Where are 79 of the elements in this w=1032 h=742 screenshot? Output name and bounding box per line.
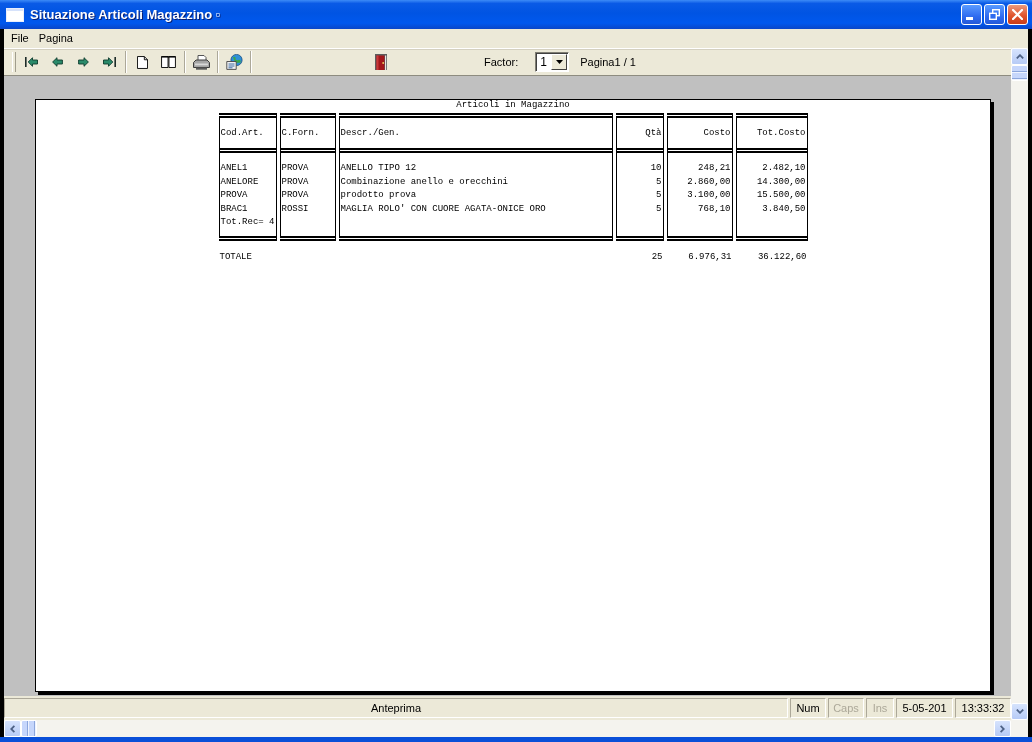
table-cell-text: prodotto prova (340, 189, 417, 202)
chevron-left-icon (10, 724, 15, 733)
status-time: 13:33:32 (955, 698, 1011, 718)
total-cell: 25 (651, 250, 663, 264)
table-cell: ROSSI (281, 202, 309, 216)
caret-icon (555, 60, 563, 64)
table-cell: MAGLIA ROLO' CON CUORE AGATA-ONICE ORO (340, 202, 546, 216)
table-cell-text: 3.100,00 (687, 189, 731, 202)
table-cell-text: 15.500,00 (756, 189, 806, 202)
column-header: Qtà (645, 128, 662, 138)
bar-left-arrow-icon (24, 57, 38, 67)
table-cell: 5 (656, 175, 662, 189)
scroll-down-button[interactable] (1011, 703, 1028, 720)
toolbar-grip[interactable] (12, 52, 16, 72)
table-cell: BRAC1 (220, 202, 248, 216)
door-icon (375, 54, 387, 70)
table-cell-text: 2.482,10 (762, 162, 806, 175)
page-indicator: Pagina1 / 1 (580, 56, 636, 68)
table-cell-text: PROVA (281, 189, 309, 202)
total-label: TOTALE (219, 250, 252, 264)
table-cell: Combinazione anello e orecchini (340, 175, 508, 189)
scrollbar-corner (1011, 720, 1028, 737)
window-icon (6, 7, 24, 22)
table-cell: 3.840,50 (762, 202, 806, 216)
factor-dropdown[interactable]: 1 (535, 52, 570, 72)
scroll-up-button[interactable] (1011, 48, 1028, 65)
table-cell-text: PROVA (281, 162, 309, 175)
table-cell: 14.300,00 (756, 175, 806, 189)
report-title: Articoli in Magazzino (456, 100, 570, 110)
factor-label: Factor: (484, 56, 519, 68)
chevron-up-icon (1015, 54, 1024, 59)
table-cell-text: 5 (656, 189, 662, 202)
keyboard-indicator: Caps (828, 698, 864, 718)
chevron-right-icon (1000, 724, 1005, 733)
menu-item[interactable]: File (6, 30, 34, 47)
book-icon (160, 56, 176, 68)
status-date: 5-05-201 (896, 698, 953, 718)
keyboard-indicator: Ins (866, 698, 894, 718)
restore-button[interactable] (984, 4, 1005, 25)
column-header: Tot.Costo (756, 128, 806, 138)
minimize-icon (966, 17, 973, 20)
table-cell-text: 10 (650, 162, 662, 175)
column-header: Costo (703, 128, 731, 138)
status-message: Anteprima (4, 698, 788, 718)
printer-icon (192, 54, 210, 70)
table-cell-text: ANELLO TIPO 12 (340, 162, 417, 175)
column-header: Descr./Gen. (340, 128, 400, 138)
close-icon (1012, 9, 1023, 20)
scroll-left-button[interactable] (4, 720, 21, 737)
table-cell: PROVA (281, 175, 309, 189)
page-icon (136, 55, 148, 69)
scroll-right-button[interactable] (994, 720, 1011, 737)
keyboard-indicator: Num (790, 698, 826, 718)
dropdown-button[interactable] (551, 54, 568, 70)
total-cell: 36.122,60 (757, 250, 807, 264)
close-button[interactable] (1007, 4, 1028, 25)
record-count: Tot.Rec= 4 (220, 216, 275, 229)
table-cell-text: 248,21 (698, 162, 731, 175)
table-cell-text: ANEL1 (220, 162, 248, 175)
minimize-button[interactable] (961, 4, 982, 25)
table-cell-text: PROVA (220, 189, 248, 202)
left-arrow-icon (51, 57, 63, 67)
column-header: Cod.Art. (220, 128, 264, 138)
menu-item[interactable]: Pagina (33, 30, 78, 47)
table-cell: 2.860,00 (687, 175, 731, 189)
right-arrow-bar-icon (102, 57, 116, 67)
total-cell: 6.976,31 (688, 250, 732, 264)
right-arrow-icon (77, 57, 89, 67)
table-cell: 768,10 (698, 202, 731, 216)
scroll-thumb[interactable] (21, 720, 37, 737)
globe-document-icon (225, 54, 243, 70)
table-cell: 5 (656, 202, 662, 216)
table-cell: ANELORE (220, 175, 259, 189)
column-header: C.Forn. (281, 128, 320, 138)
restore-icon (989, 9, 1000, 20)
globe-button[interactable] (223, 51, 245, 73)
chevron-down-icon (1015, 709, 1024, 714)
window-title: Situazione Articoli Magazzino ▫ (30, 7, 221, 22)
scroll-thumb[interactable] (1011, 65, 1028, 81)
